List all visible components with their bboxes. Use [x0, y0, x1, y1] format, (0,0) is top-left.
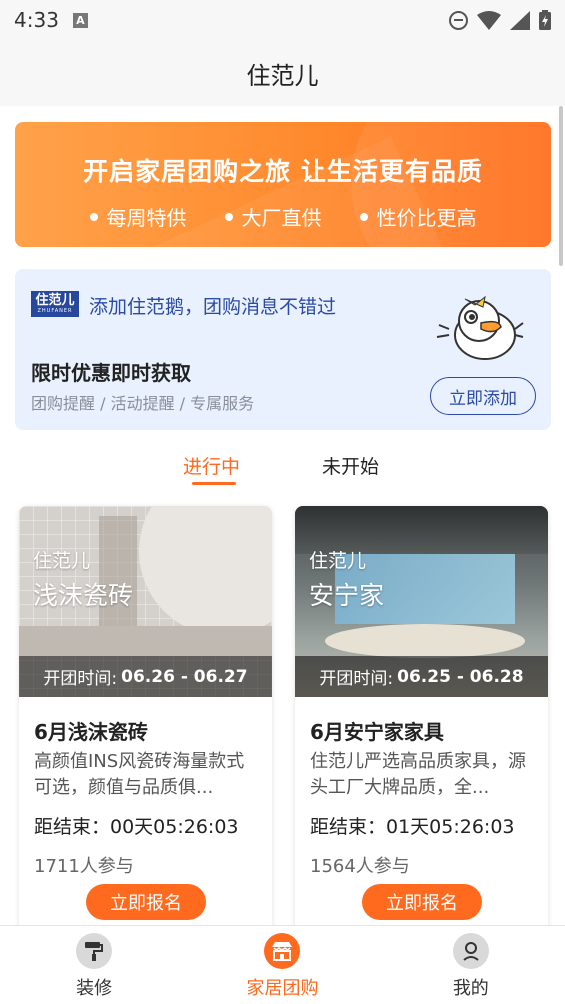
status-bar: 4:33 A	[0, 0, 565, 40]
signal-icon	[510, 10, 530, 30]
tab-active-indicator	[192, 482, 236, 485]
nav-label: 家居团购	[246, 978, 319, 999]
image-arch	[139, 506, 272, 636]
card-countdown: 距结束：01天05:26:03	[310, 816, 515, 838]
banner-points: 每周特供 大厂直供 性价比更高	[15, 202, 551, 231]
brand-logo: 住范儿 ZHUFANER	[31, 291, 79, 317]
shop-icon	[264, 933, 301, 969]
do-not-disturb-icon	[449, 10, 468, 30]
scrollbar[interactable]	[559, 106, 563, 266]
add-wechat-button[interactable]: 立即添加	[430, 377, 536, 415]
card-title: 6月浅沫瓷砖	[34, 720, 148, 744]
wifi-icon	[477, 10, 501, 30]
card-participants: 1711人参与	[34, 856, 134, 877]
group-buy-card[interactable]: 住范儿 浅沫瓷砖 开团时间: 06.26 - 06.27 6月浅沫瓷砖 高颜值I…	[19, 506, 272, 925]
banner-point: 大厂直供	[224, 202, 322, 231]
status-time: 4:33	[14, 8, 59, 32]
banner-point: 每周特供	[89, 202, 187, 231]
card-image: 住范儿 安宁家 开团时间: 06.25 - 06.28	[295, 506, 548, 697]
card-countdown: 距结束：00天05:26:03	[34, 816, 239, 838]
nav-item-group-buy[interactable]: 家居团购	[188, 926, 376, 1004]
banner-headline: 开启家居团购之旅 让生活更有品质	[83, 157, 483, 186]
user-icon	[452, 933, 489, 969]
bottom-nav: 装修 家居团购 我的	[0, 925, 565, 1004]
banner-point-label: 大厂直供	[241, 206, 322, 230]
promo-subtitle: 团购提醒 / 活动提醒 / 专属服务	[31, 394, 255, 413]
banner-point-label: 每周特供	[106, 206, 187, 230]
tab-ongoing[interactable]: 进行中	[183, 452, 240, 479]
status-icons	[449, 10, 551, 30]
app-header: 住范儿	[0, 40, 565, 106]
banner-point-label: 性价比更高	[376, 206, 477, 230]
status-tabs: 进行中 未开始	[0, 446, 565, 491]
battery-icon	[539, 10, 551, 30]
main-content[interactable]: 开启家居团购之旅 让生活更有品质 每周特供 大厂直供 性价比更高 住范儿 ZHU…	[0, 106, 565, 925]
card-image: 住范儿 浅沫瓷砖 开团时间: 06.26 - 06.27	[19, 506, 272, 697]
period-label: 开团时间:	[43, 669, 118, 689]
card-description: 高颜值INS风瓷砖海量款式可选，颜值与品质俱...	[34, 751, 245, 798]
image-sofa	[325, 624, 525, 658]
card-title: 6月安宁家家具	[310, 720, 444, 744]
period-dates: 06.26 - 06.27	[121, 666, 248, 687]
promo-title: 限时优惠即时获取	[31, 361, 191, 385]
page-title: 住范儿	[246, 61, 319, 90]
brand-logo-text: 住范儿	[35, 293, 75, 308]
bullet-icon	[224, 212, 233, 221]
wechat-follow-card: 住范儿 ZHUFANER 添加住范鹅，团购消息不错过 限时优惠即时获取 团购提醒…	[15, 269, 551, 430]
card-brand: 住范儿	[33, 550, 91, 572]
nav-item-renovation[interactable]: 装修	[0, 926, 188, 1004]
card-period: 开团时间: 06.26 - 06.27	[19, 656, 272, 697]
banner-point: 性价比更高	[359, 202, 477, 231]
bullet-icon	[359, 212, 368, 221]
wechat-card-title: 添加住范鹅，团购消息不错过	[89, 296, 337, 318]
goose-mascot-icon	[436, 295, 524, 360]
brand-logo-subtext: ZHUFANER	[37, 308, 73, 314]
notification-icon: A	[72, 12, 88, 28]
card-description: 住范儿严选高品质家具，源头工厂大牌品质，全...	[310, 751, 526, 798]
tab-upcoming[interactable]: 未开始	[322, 452, 379, 479]
card-subject: 浅沫瓷砖	[33, 581, 134, 610]
card-participants: 1564人参与	[310, 856, 410, 877]
period-dates: 06.25 - 06.28	[397, 666, 524, 687]
signup-button[interactable]: 立即报名	[86, 884, 206, 920]
nav-item-profile[interactable]: 我的	[377, 926, 565, 1004]
image-sink	[19, 626, 272, 656]
card-subject: 安宁家	[309, 581, 385, 610]
bullet-icon	[89, 212, 98, 221]
card-period: 开团时间: 06.25 - 06.28	[295, 656, 548, 697]
group-buy-card[interactable]: 住范儿 安宁家 开团时间: 06.25 - 06.28 6月安宁家家具 住范儿严…	[295, 506, 548, 925]
card-brand: 住范儿	[309, 550, 367, 572]
nav-label: 装修	[76, 978, 113, 999]
promo-banner[interactable]: 开启家居团购之旅 让生活更有品质 每周特供 大厂直供 性价比更高	[15, 122, 551, 247]
paint-roller-icon	[76, 933, 113, 969]
nav-label: 我的	[452, 978, 489, 999]
signup-button[interactable]: 立即报名	[362, 884, 482, 920]
period-label: 开团时间:	[319, 669, 394, 689]
